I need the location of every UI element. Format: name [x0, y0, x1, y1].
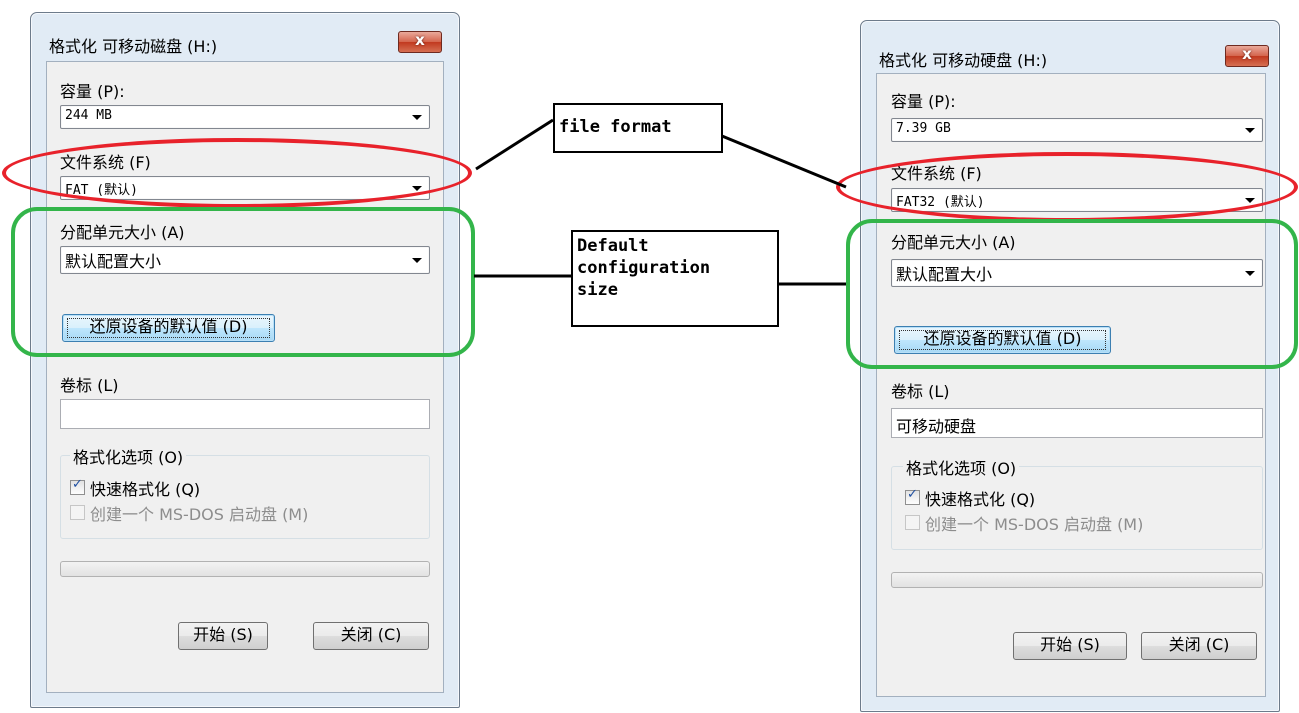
connector-line	[721, 134, 847, 189]
file-format-annotation: file format	[553, 103, 723, 153]
default-config-annotation: Default configuration size	[571, 230, 779, 327]
connector-line	[475, 118, 554, 171]
